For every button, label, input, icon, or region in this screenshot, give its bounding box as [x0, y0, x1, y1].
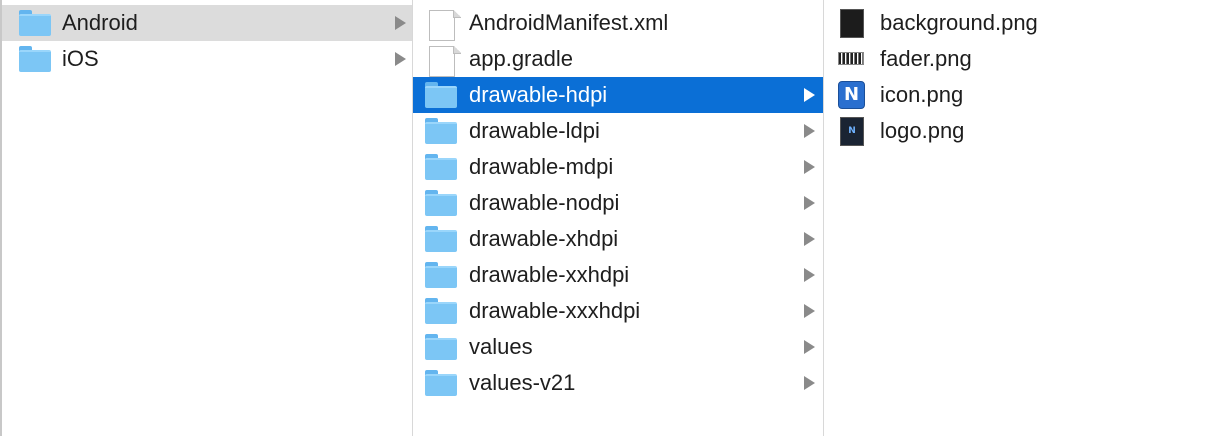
row-label: drawable-xxxhdpi [469, 298, 641, 323]
folder-icon [19, 10, 51, 36]
row-android[interactable]: Android [2, 5, 412, 41]
row-label: background.png [880, 10, 1038, 35]
disclosure-arrow-icon [395, 16, 406, 30]
folder-icon [425, 154, 457, 180]
disclosure-arrow-icon [804, 124, 815, 138]
row-values[interactable]: values [413, 329, 823, 365]
app-icon-thumbnail-icon: N [838, 81, 865, 109]
row-drawable-mdpi[interactable]: drawable-mdpi [413, 149, 823, 185]
row-drawable-xxhdpi[interactable]: drawable-xxhdpi [413, 257, 823, 293]
folder-icon [19, 46, 51, 72]
finder-column-browser: Android iOS AndroidManifest.xml app.grad… [0, 0, 1206, 436]
row-label: fader.png [880, 46, 972, 71]
logo-thumbnail-icon: N [840, 117, 864, 146]
row-drawable-ldpi[interactable]: drawable-ldpi [413, 113, 823, 149]
row-drawable-xxxhdpi[interactable]: drawable-xxxhdpi [413, 293, 823, 329]
disclosure-arrow-icon [804, 304, 815, 318]
row-app-gradle[interactable]: app.gradle [413, 41, 823, 77]
row-label: AndroidManifest.xml [469, 10, 669, 35]
disclosure-arrow-icon [804, 376, 815, 390]
row-label: Android [62, 10, 138, 35]
row-label: drawable-xxhdpi [469, 262, 630, 287]
column-root[interactable]: Android iOS [0, 0, 413, 436]
document-icon [429, 10, 461, 41]
row-drawable-xhdpi[interactable]: drawable-xhdpi [413, 221, 823, 257]
black-image-thumbnail-icon [840, 9, 864, 38]
row-label: logo.png [880, 118, 965, 143]
folder-icon [425, 226, 457, 252]
disclosure-arrow-icon [804, 88, 815, 102]
row-label: drawable-ldpi [469, 118, 600, 143]
column-drawable-hdpi[interactable]: background.png fader.png N icon.png N lo… [824, 0, 1206, 436]
disclosure-arrow-icon [804, 268, 815, 282]
row-label: iOS [62, 46, 99, 71]
row-label: drawable-mdpi [469, 154, 614, 179]
column-android[interactable]: AndroidManifest.xml app.gradle drawable-… [413, 0, 824, 436]
row-androidmanifest[interactable]: AndroidManifest.xml [413, 5, 823, 41]
folder-icon [425, 82, 457, 108]
folder-icon [425, 334, 457, 360]
folder-icon [425, 118, 457, 144]
row-logo-png[interactable]: N logo.png [824, 113, 1206, 149]
disclosure-arrow-icon [395, 52, 406, 66]
folder-icon [425, 190, 457, 216]
folder-icon [425, 298, 457, 324]
row-label: icon.png [880, 82, 964, 107]
row-label: values-v21 [469, 370, 576, 395]
folder-icon [425, 262, 457, 288]
disclosure-arrow-icon [804, 232, 815, 246]
row-label: values [469, 334, 533, 359]
disclosure-arrow-icon [804, 196, 815, 210]
row-values-v21[interactable]: values-v21 [413, 365, 823, 401]
row-ios[interactable]: iOS [2, 41, 412, 77]
row-icon-png[interactable]: N icon.png [824, 77, 1206, 113]
disclosure-arrow-icon [804, 340, 815, 354]
row-label: drawable-xhdpi [469, 226, 619, 251]
folder-icon [425, 370, 457, 396]
row-fader-png[interactable]: fader.png [824, 41, 1206, 77]
row-drawable-hdpi[interactable]: drawable-hdpi [413, 77, 823, 113]
striped-image-thumbnail-icon [838, 52, 864, 65]
row-background-png[interactable]: background.png [824, 5, 1206, 41]
row-label: app.gradle [469, 46, 573, 71]
row-label: drawable-hdpi [469, 82, 608, 107]
row-drawable-nodpi[interactable]: drawable-nodpi [413, 185, 823, 221]
document-icon [429, 46, 461, 77]
row-label: drawable-nodpi [469, 190, 620, 215]
disclosure-arrow-icon [804, 160, 815, 174]
